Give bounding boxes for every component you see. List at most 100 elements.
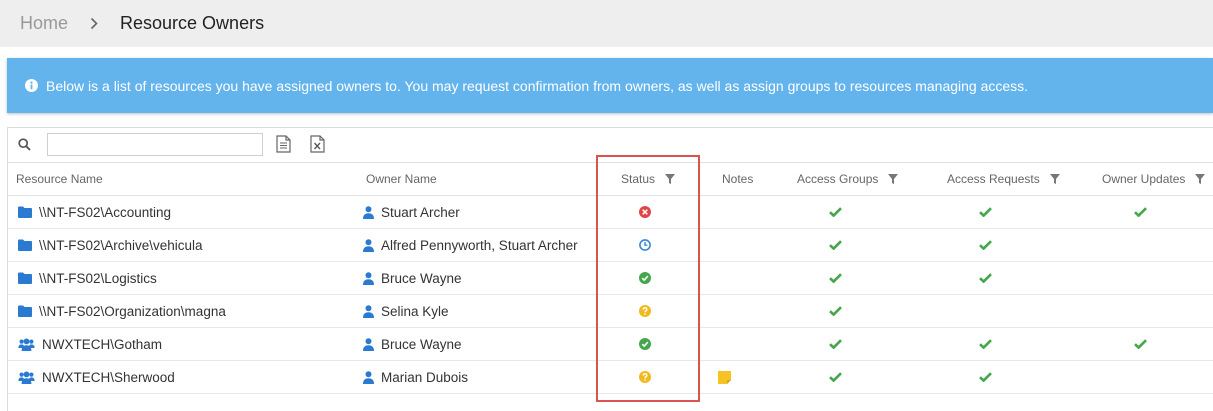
status-filter-icon[interactable] xyxy=(665,174,676,184)
group-icon xyxy=(18,338,35,351)
owner-name-cell[interactable]: Marian Dubois xyxy=(363,361,468,393)
column-header-owner-updates[interactable]: Owner Updates xyxy=(1102,163,1206,195)
table-row[interactable]: \\NT-FS02\Accounting Stuart Archer xyxy=(8,196,1213,229)
access-groups-cell xyxy=(829,262,842,294)
chevron-right-icon xyxy=(90,17,98,30)
owner-updates-cell xyxy=(1134,196,1147,228)
note-icon[interactable] xyxy=(718,370,731,384)
access-groups-cell xyxy=(829,229,842,261)
owner-name: Marian Dubois xyxy=(381,369,469,385)
access-requests-cell xyxy=(979,328,992,360)
grid-header-row: Resource Name Owner Name Status Notes Ac… xyxy=(8,163,1213,196)
resource-name-cell[interactable]: \\NT-FS02\Archive\vehicula xyxy=(18,229,203,261)
status-pending-clock-icon[interactable] xyxy=(639,239,651,251)
status-cell xyxy=(598,262,692,294)
owner-name: Stuart Archer xyxy=(381,204,460,220)
folder-icon xyxy=(18,305,32,317)
access-groups-cell xyxy=(829,361,842,393)
owner-name: Alfred Pennyworth, Stuart Archer xyxy=(381,237,578,253)
info-banner: Below is a list of resources you have as… xyxy=(7,58,1213,113)
owner-name-cell[interactable]: Alfred Pennyworth, Stuart Archer xyxy=(363,229,578,261)
check-icon xyxy=(979,339,992,349)
breadcrumb: Home Resource Owners xyxy=(0,0,1213,47)
check-icon xyxy=(829,339,842,349)
user-icon xyxy=(363,304,374,318)
check-icon xyxy=(979,240,992,250)
check-icon xyxy=(979,207,992,217)
table-row[interactable]: NWXTECH\Sherwood Marian Dubois xyxy=(8,361,1213,394)
column-header-status[interactable]: Status xyxy=(621,163,676,195)
info-icon xyxy=(25,79,38,92)
check-icon xyxy=(829,273,842,283)
status-question-icon[interactable] xyxy=(639,371,651,383)
status-error-icon[interactable] xyxy=(639,206,651,218)
check-icon xyxy=(1134,207,1147,217)
export-excel-icon[interactable] xyxy=(310,135,325,153)
resource-name-cell[interactable]: \\NT-FS02\Organization\magna xyxy=(18,295,226,327)
status-cell xyxy=(598,196,692,228)
check-icon xyxy=(829,306,842,316)
resource-name-cell[interactable]: \\NT-FS02\Logistics xyxy=(18,262,157,294)
access-groups-cell xyxy=(829,295,842,327)
grid-body: \\NT-FS02\Accounting Stuart Archer \\NT-FS… xyxy=(8,196,1213,394)
owner-name-cell[interactable]: Bruce Wayne xyxy=(363,262,462,294)
column-header-resource-name[interactable]: Resource Name xyxy=(16,163,103,195)
folder-icon xyxy=(18,239,32,251)
resource-name: \\NT-FS02\Accounting xyxy=(39,204,172,220)
user-icon xyxy=(363,370,374,384)
resource-owners-grid: Resource Name Owner Name Status Notes Ac… xyxy=(7,127,1213,411)
info-banner-text: Below is a list of resources you have as… xyxy=(46,77,1029,94)
user-icon xyxy=(363,337,374,351)
status-cell xyxy=(598,361,692,393)
table-row[interactable]: \\NT-FS02\Organization\magna Selina Kyle xyxy=(8,295,1213,328)
status-ok-icon[interactable] xyxy=(639,272,651,284)
status-cell xyxy=(598,295,692,327)
resource-name-cell[interactable]: \\NT-FS02\Accounting xyxy=(18,196,171,228)
table-row[interactable]: \\NT-FS02\Archive\vehicula Alfred Pennywo… xyxy=(8,229,1213,262)
resource-name: NWXTECH\Gotham xyxy=(42,336,163,352)
table-row[interactable]: NWXTECH\Gotham Bruce Wayne xyxy=(8,328,1213,361)
status-question-icon[interactable] xyxy=(639,305,651,317)
resource-name: \\NT-FS02\Organization\magna xyxy=(39,303,226,319)
resource-name-cell[interactable]: NWXTECH\Gotham xyxy=(18,328,162,360)
owner-updates-cell xyxy=(1134,328,1147,360)
user-icon xyxy=(363,205,374,219)
access-groups-filter-icon[interactable] xyxy=(888,174,899,184)
table-row[interactable]: \\NT-FS02\Logistics Bruce Wayne xyxy=(8,262,1213,295)
check-icon xyxy=(1134,339,1147,349)
owner-updates-filter-icon[interactable] xyxy=(1195,174,1206,184)
owner-name-cell[interactable]: Selina Kyle xyxy=(363,295,449,327)
breadcrumb-home-link[interactable]: Home xyxy=(20,13,68,34)
group-icon xyxy=(18,371,35,384)
check-icon xyxy=(829,372,842,382)
column-header-notes[interactable]: Notes xyxy=(722,163,753,195)
check-icon xyxy=(979,273,992,283)
owner-name-cell[interactable]: Bruce Wayne xyxy=(363,328,462,360)
export-document-icon[interactable] xyxy=(276,135,291,153)
access-requests-cell xyxy=(979,262,992,294)
owner-name-cell[interactable]: Stuart Archer xyxy=(363,196,460,228)
user-icon xyxy=(363,238,374,252)
access-requests-filter-icon[interactable] xyxy=(1049,174,1060,184)
access-requests-cell xyxy=(979,196,992,228)
check-icon xyxy=(979,372,992,382)
resource-name-cell[interactable]: NWXTECH\Sherwood xyxy=(18,361,175,393)
owner-name: Selina Kyle xyxy=(381,303,449,319)
folder-icon xyxy=(18,272,32,284)
access-groups-cell xyxy=(829,196,842,228)
status-ok-icon[interactable] xyxy=(639,338,651,350)
check-icon xyxy=(829,240,842,250)
search-input[interactable] xyxy=(47,133,263,156)
access-groups-cell xyxy=(829,328,842,360)
resource-name: NWXTECH\Sherwood xyxy=(42,369,175,385)
resource-name: \\NT-FS02\Logistics xyxy=(39,270,157,286)
page-title: Resource Owners xyxy=(120,13,265,33)
search-icon xyxy=(18,138,31,151)
check-icon xyxy=(829,207,842,217)
user-icon xyxy=(363,271,374,285)
column-header-access-groups[interactable]: Access Groups xyxy=(797,163,899,195)
column-header-access-requests[interactable]: Access Requests xyxy=(947,163,1060,195)
status-cell xyxy=(598,229,692,261)
grid-toolbar xyxy=(8,128,1213,163)
column-header-owner-name[interactable]: Owner Name xyxy=(366,163,437,195)
